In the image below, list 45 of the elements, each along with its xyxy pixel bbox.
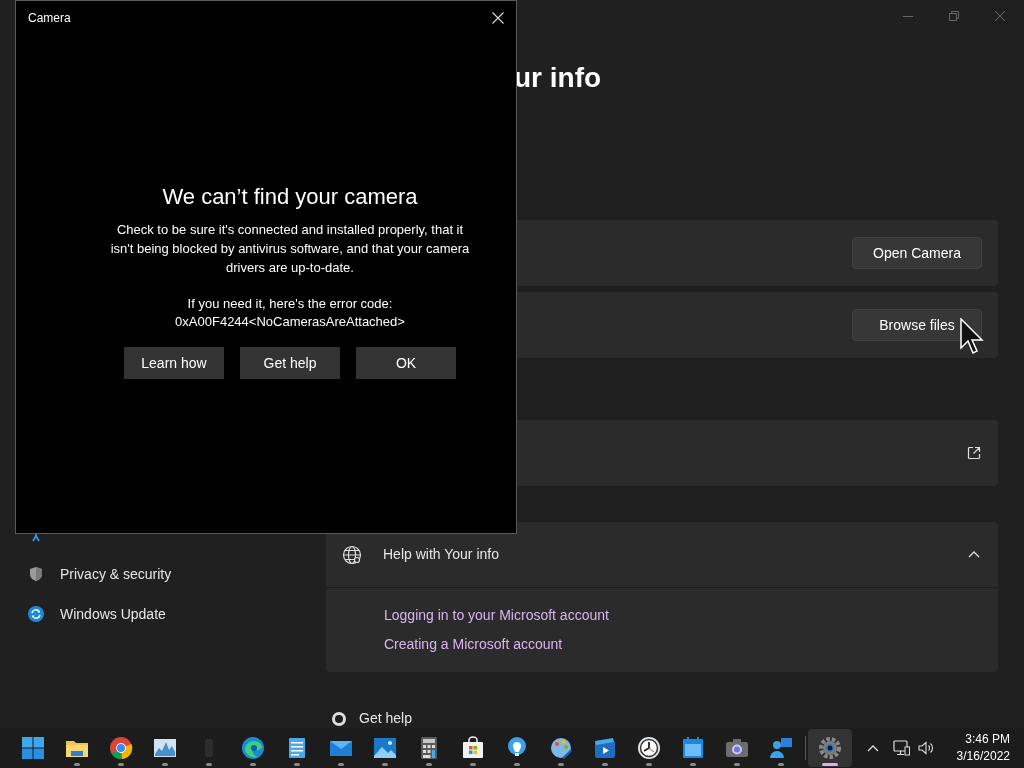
close-icon [995,11,1005,21]
people-icon [769,736,793,760]
browser-icon [109,736,133,760]
get-help-link[interactable]: Get help [359,708,412,728]
update-icon [28,606,44,622]
photo-icon [373,736,397,760]
palette-icon [549,736,573,760]
mouse-pointer-icon [960,318,984,356]
error-code-label: If you need it, here's the error code: [187,295,393,313]
browser-icon [241,736,265,760]
dialog-button[interactable]: Get help [240,347,340,379]
volume-icon[interactable] [917,740,935,756]
dialog-button[interactable]: OK [356,347,456,379]
close-icon[interactable] [492,12,504,24]
shopping-bag-icon [461,736,485,760]
action-button[interactable]: Open Camera [852,237,982,269]
minimize-icon [903,15,913,17]
chevron-up-icon[interactable] [866,744,879,752]
help-link[interactable]: Creating a Microsoft account [384,635,563,654]
external-link-icon[interactable] [967,446,981,460]
error-message: Check to be sure it's connected and installed properly, that it isn't being blocked by antivirus software, and that your camera drivers are up-to-date. [109,221,471,277]
help-link[interactable]: Logging in to your Microsoft account [384,606,609,625]
chevron-icon [968,551,980,558]
taskbar-app[interactable] [808,729,852,767]
video-icon [593,736,617,760]
sidebar-item[interactable]: Windows Update [28,594,326,634]
dialog-title: Camera [28,10,71,27]
clock-icon [637,736,661,760]
error-code: 0xA00F4244<NoCamerasAreAttached> [175,313,405,331]
shield-icon [28,566,44,582]
restore-icon [949,11,959,21]
globe-icon [342,544,362,565]
calendar-icon [681,736,705,760]
error-heading: We can’t find your camera [162,183,418,211]
help-icon [331,710,347,727]
expander-title: Help with Your info [383,545,500,564]
windows-logo-icon [21,736,45,760]
camera-icon [725,736,749,760]
clock-date: 3/16/2022 [956,748,1010,765]
settings-icon [818,736,842,760]
network-icon[interactable] [892,740,910,756]
clock-time: 3:46 PM [965,731,1010,748]
sidebar-item[interactable]: Privacy & security [28,554,326,594]
chart-window-icon [153,736,177,760]
dialog-button[interactable]: Learn how [124,347,224,379]
